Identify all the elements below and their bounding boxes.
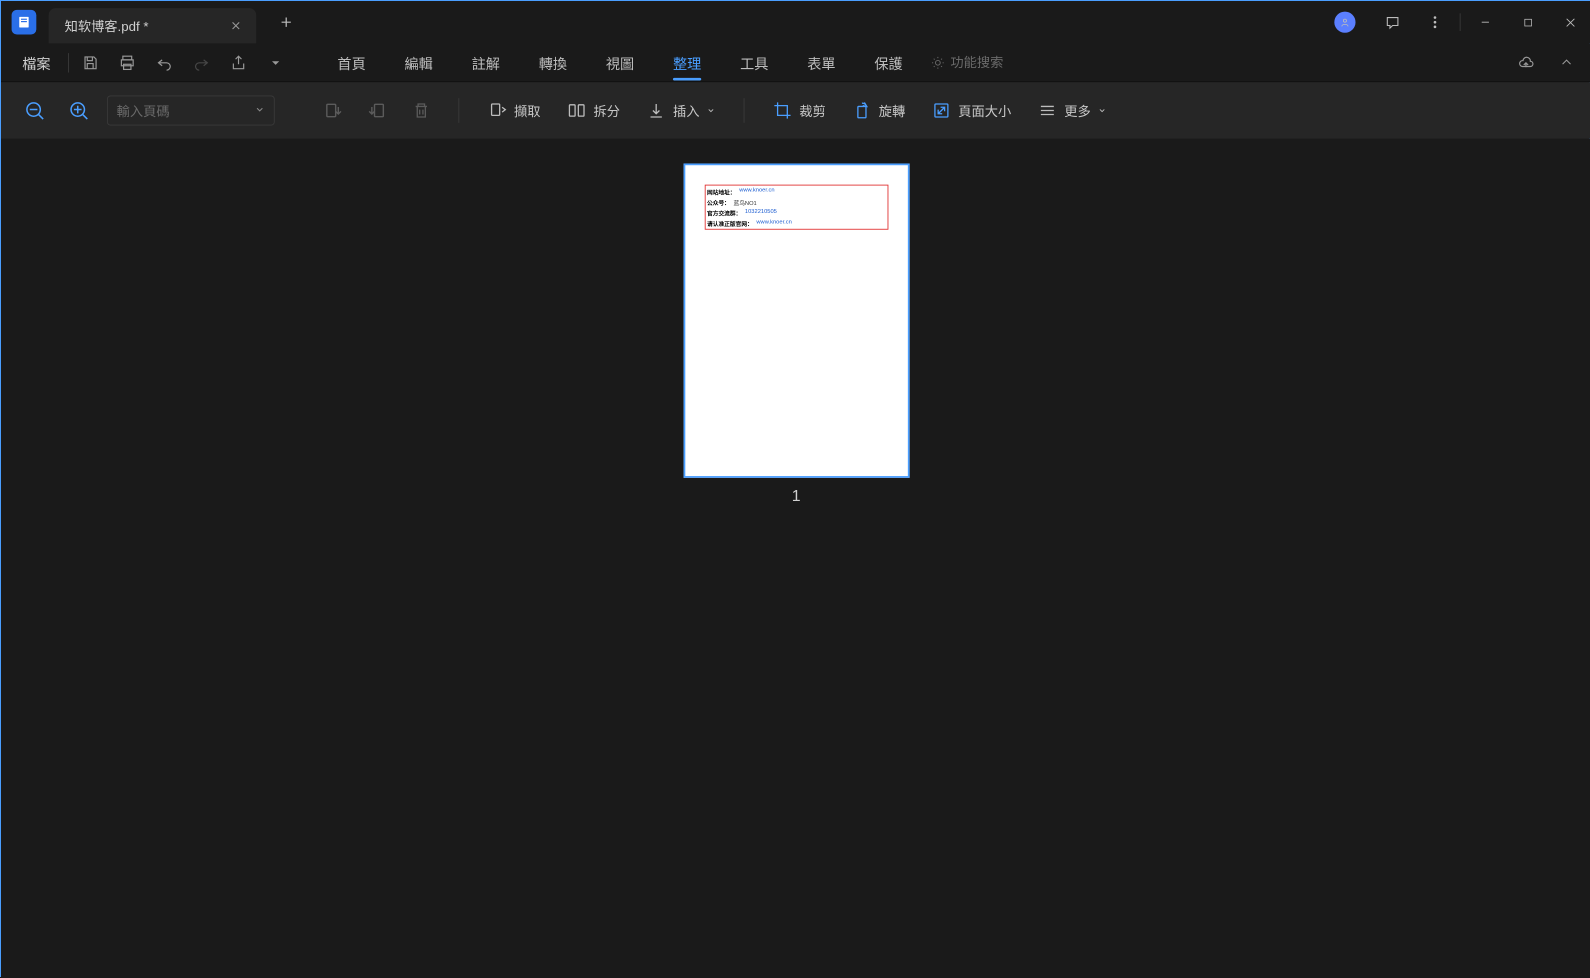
quickaccess-dropdown-icon[interactable] — [260, 46, 292, 78]
chevron-down-icon — [254, 103, 265, 118]
save-icon[interactable] — [74, 46, 106, 78]
titlebar: 知软博客.pdf * — [1, 1, 1590, 43]
extract-label: 擷取 — [514, 101, 541, 120]
tab-edit[interactable]: 編輯 — [385, 43, 452, 82]
share-icon[interactable] — [223, 46, 255, 78]
print-icon[interactable] — [111, 46, 143, 78]
file-menu[interactable]: 檔案 — [10, 52, 63, 73]
cloud-icon[interactable] — [1510, 46, 1542, 78]
page-thumbnail-wrap: 网站地址：www.knoer.cn 公众号：蓝鸟NO1 官方交流群：103221… — [683, 163, 909, 505]
highlighted-text-box: 网站地址：www.knoer.cn 公众号：蓝鸟NO1 官方交流群：103221… — [704, 185, 888, 230]
redo-icon[interactable] — [186, 46, 218, 78]
more-menu-icon[interactable] — [1414, 1, 1456, 43]
insert-label: 插入 — [673, 101, 700, 120]
tab-form[interactable]: 表單 — [788, 43, 855, 82]
insert-button[interactable]: 插入 — [639, 101, 722, 120]
page-canvas[interactable]: 网站地址：www.knoer.cn 公众号：蓝鸟NO1 官方交流群：103221… — [1, 139, 1590, 978]
split-button[interactable]: 拆分 — [560, 101, 627, 120]
page-number-input[interactable]: 輸入頁碼 — [107, 95, 275, 125]
undo-icon[interactable] — [148, 46, 180, 78]
tab-annotate[interactable]: 註解 — [452, 43, 519, 82]
tab-view[interactable]: 視圖 — [586, 43, 653, 82]
crop-button[interactable]: 裁剪 — [766, 101, 833, 120]
page-size-button[interactable]: 頁面大小 — [925, 101, 1019, 120]
maximize-button[interactable] — [1507, 1, 1549, 43]
more-label: 更多 — [1064, 101, 1091, 120]
tab-title: 知软博客.pdf * — [65, 16, 149, 35]
split-label: 拆分 — [594, 101, 621, 120]
zoom-in-icon[interactable] — [63, 95, 95, 127]
rotate-right-icon[interactable] — [361, 95, 393, 127]
ribbon-tabs: 首頁 編輯 註解 轉換 視圖 整理 工具 表單 保護 功能搜索 — [318, 43, 1003, 82]
tab-protect[interactable]: 保護 — [855, 43, 922, 82]
page-size-label: 頁面大小 — [958, 101, 1011, 120]
feature-search-label: 功能搜索 — [950, 53, 1003, 72]
document-tab[interactable]: 知软博客.pdf * — [49, 8, 257, 43]
page-number-label: 1 — [683, 487, 909, 506]
rotate-button[interactable]: 旋轉 — [845, 101, 912, 120]
minimize-button[interactable] — [1464, 1, 1506, 43]
delete-icon[interactable] — [405, 95, 437, 127]
close-tab-icon[interactable] — [228, 18, 244, 34]
user-avatar-icon[interactable] — [1334, 12, 1355, 33]
extract-button[interactable]: 擷取 — [480, 101, 547, 120]
crop-label: 裁剪 — [799, 101, 826, 120]
tab-convert[interactable]: 轉換 — [519, 43, 586, 82]
tab-home[interactable]: 首頁 — [318, 43, 385, 82]
tab-tools[interactable]: 工具 — [721, 43, 788, 82]
tab-organize[interactable]: 整理 — [654, 43, 721, 82]
feature-search[interactable]: 功能搜索 — [931, 53, 1003, 72]
new-tab-button[interactable] — [269, 5, 304, 40]
page-input-placeholder: 輸入頁碼 — [117, 101, 170, 120]
organize-toolbar: 輸入頁碼 擷取 拆分 插入 裁剪 旋轉 — [1, 82, 1590, 139]
collapse-ribbon-icon[interactable] — [1551, 46, 1583, 78]
rotate-label: 旋轉 — [879, 101, 906, 120]
comment-icon[interactable] — [1371, 1, 1413, 43]
page-thumbnail[interactable]: 网站地址：www.knoer.cn 公众号：蓝鸟NO1 官方交流群：103221… — [683, 163, 909, 477]
menubar: 檔案 首頁 編輯 註解 轉換 視圖 整理 工具 表單 保護 功能搜索 — [1, 43, 1590, 82]
more-button[interactable]: 更多 — [1031, 101, 1114, 120]
app-logo-icon — [12, 10, 37, 35]
close-window-button[interactable] — [1549, 1, 1590, 43]
rotate-left-icon[interactable] — [317, 95, 349, 127]
zoom-out-icon[interactable] — [19, 95, 51, 127]
